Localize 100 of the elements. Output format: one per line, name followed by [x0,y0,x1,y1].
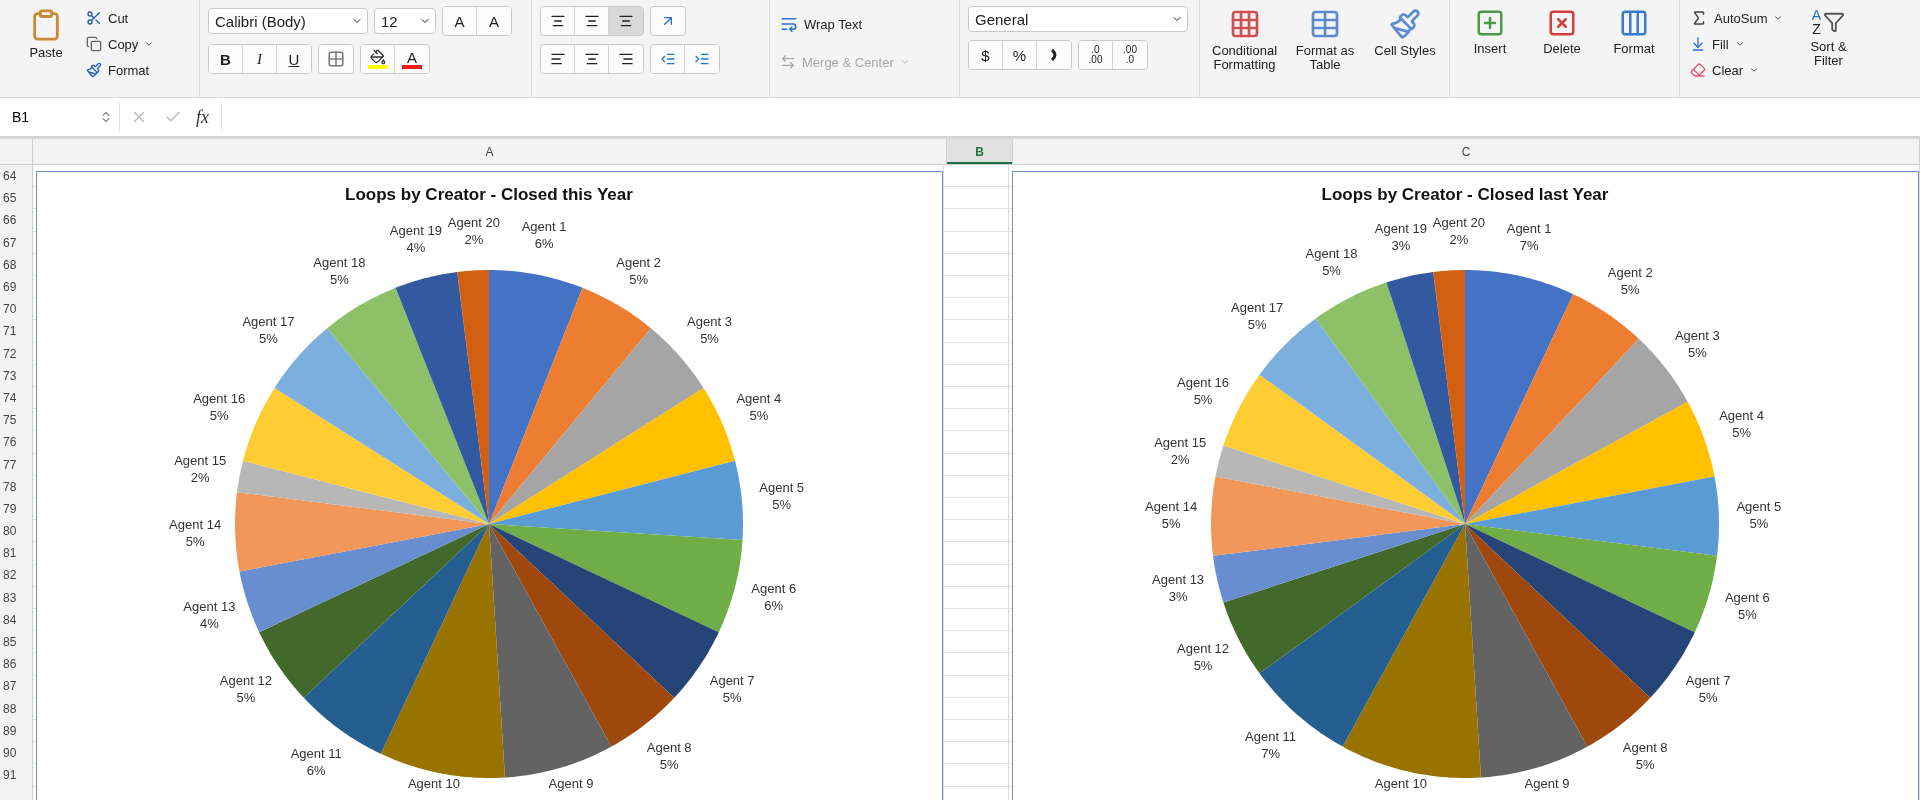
percent-label: 2% [1170,451,1190,467]
slice-label: Agent 17 [242,313,295,329]
slice-label: Agent 5 [759,480,805,496]
slice-label: Agent 4 [736,391,782,407]
slice-label: Agent 1 [1506,221,1552,237]
slice-label: Agent 8 [1622,740,1668,756]
copy-button[interactable]: Copy [84,32,157,56]
column-header[interactable]: B [947,139,1013,164]
decrease-indent-button[interactable] [651,45,685,73]
slice-label: Agent 3 [687,313,732,329]
percent-label: 5% [259,330,278,346]
increase-indent-button[interactable] [685,45,719,73]
paste-button[interactable]: Paste [16,6,76,63]
cells-button[interactable]: Delete [1530,6,1594,59]
bold-button[interactable]: B [209,45,243,73]
row-number: 84 [2,611,18,629]
format-painter-button[interactable]: Format [84,58,157,82]
row-number: 90 [2,744,18,762]
delete-cells-icon [1547,8,1577,38]
funnel-icon [1823,11,1846,33]
slice-label: Agent 18 [313,254,366,270]
autosum-button[interactable]: AutoSum [1688,6,1786,30]
indent-increase-icon [694,51,710,67]
borders-button[interactable] [319,45,353,73]
percent-label: 5% [629,271,648,287]
styles-button[interactable]: Conditional Formatting [1208,6,1282,75]
align-left-button[interactable] [541,45,575,73]
insert-cells-icon [1475,8,1505,38]
font-name-field[interactable]: Calibri (Body) [208,8,368,34]
cells-button[interactable]: Insert [1458,6,1522,59]
caret-icon [1773,13,1784,23]
styles-button[interactable]: Format as Table [1289,6,1361,75]
percent-button[interactable]: % [1003,41,1037,69]
percent-label: 5% [1732,425,1751,441]
slice-label: Agent 5 [1736,498,1782,514]
percent-label: 5% [1247,317,1267,333]
slice-label: Agent 13 [1152,572,1205,588]
clear-button[interactable]: Clear [1688,58,1786,82]
row-number: 73 [2,367,18,385]
align-right-icon [618,51,634,67]
slice-label: Agent 2 [616,254,661,270]
percent-label: 6% [534,236,554,252]
row-number: 91 [2,767,18,785]
row-number: 68 [2,256,18,274]
align-top-button[interactable] [541,7,575,35]
font-size-field[interactable]: 12 [374,8,436,34]
increase-decimal-button[interactable]: .0 .00 [1079,41,1113,69]
paintbrush-icon [1389,8,1421,40]
fill-color-button[interactable] [361,45,395,73]
wrap-text-button[interactable]: Wrap Text [778,12,912,36]
slice-label: Agent 16 [1177,374,1230,390]
comma-style-button[interactable] [1037,41,1071,69]
underline-button[interactable]: U [277,45,311,73]
percent-label: 2% [190,469,210,485]
row-number: 65 [2,190,18,208]
row-number: 89 [2,722,18,740]
percent-label: 5% [1193,658,1213,674]
styles-button[interactable]: Cell Styles [1369,6,1441,61]
align-bottom-button[interactable] [609,7,643,35]
fill-button[interactable]: Fill [1688,32,1786,56]
row-number: 75 [2,412,18,430]
percent-label: 5% [329,271,349,287]
align-middle-button[interactable] [575,7,609,35]
slice-label: Agent 6 [1724,590,1770,605]
slice-label: Agent 20 [1432,214,1485,230]
function-label: fx [196,106,209,128]
sort-filter-button[interactable]: A Z Sort & Filter [1793,6,1864,71]
percent-label: 2% [1449,231,1469,247]
row-number: 69 [2,279,18,297]
percent-label: 5% [700,330,719,346]
currency-button[interactable]: $ [969,41,1003,69]
slice-label: Agent 15 [1154,434,1207,450]
shrink-font-button[interactable]: A [477,7,511,35]
decrease-decimal-button[interactable]: .00 .0 [1113,41,1147,69]
align-center-button[interactable] [575,45,609,73]
number-format-field[interactable]: General [968,6,1188,32]
cells-button[interactable]: Format [1602,6,1666,59]
caret-icon [1749,65,1760,75]
font-color-button[interactable]: A [395,45,429,73]
slice-label: Agent 9 [548,776,594,791]
copy-icon [86,36,102,52]
percent-label: 5% [1749,515,1769,531]
row-number: 79 [2,500,18,518]
row-number: 71 [2,323,18,341]
column-header[interactable]: C [1013,139,1920,164]
color-bar [402,64,422,69]
row-number: 88 [2,700,18,718]
row-number: 83 [2,589,18,607]
caret-icon [1734,39,1745,49]
percent-label: 5% [1322,263,1341,279]
cut-button[interactable]: Cut [84,6,157,30]
align-right-button[interactable] [609,45,643,73]
grow-font-button[interactable]: A [443,7,477,35]
percent-label: 5% [185,534,205,550]
percent-label: 5% [659,757,679,773]
orientation-button[interactable] [651,7,685,35]
name-box[interactable]: B1 [0,102,120,132]
slice-label: Agent 14 [1145,498,1198,514]
scissors-icon [86,10,102,26]
italic-button[interactable]: I [243,45,277,73]
